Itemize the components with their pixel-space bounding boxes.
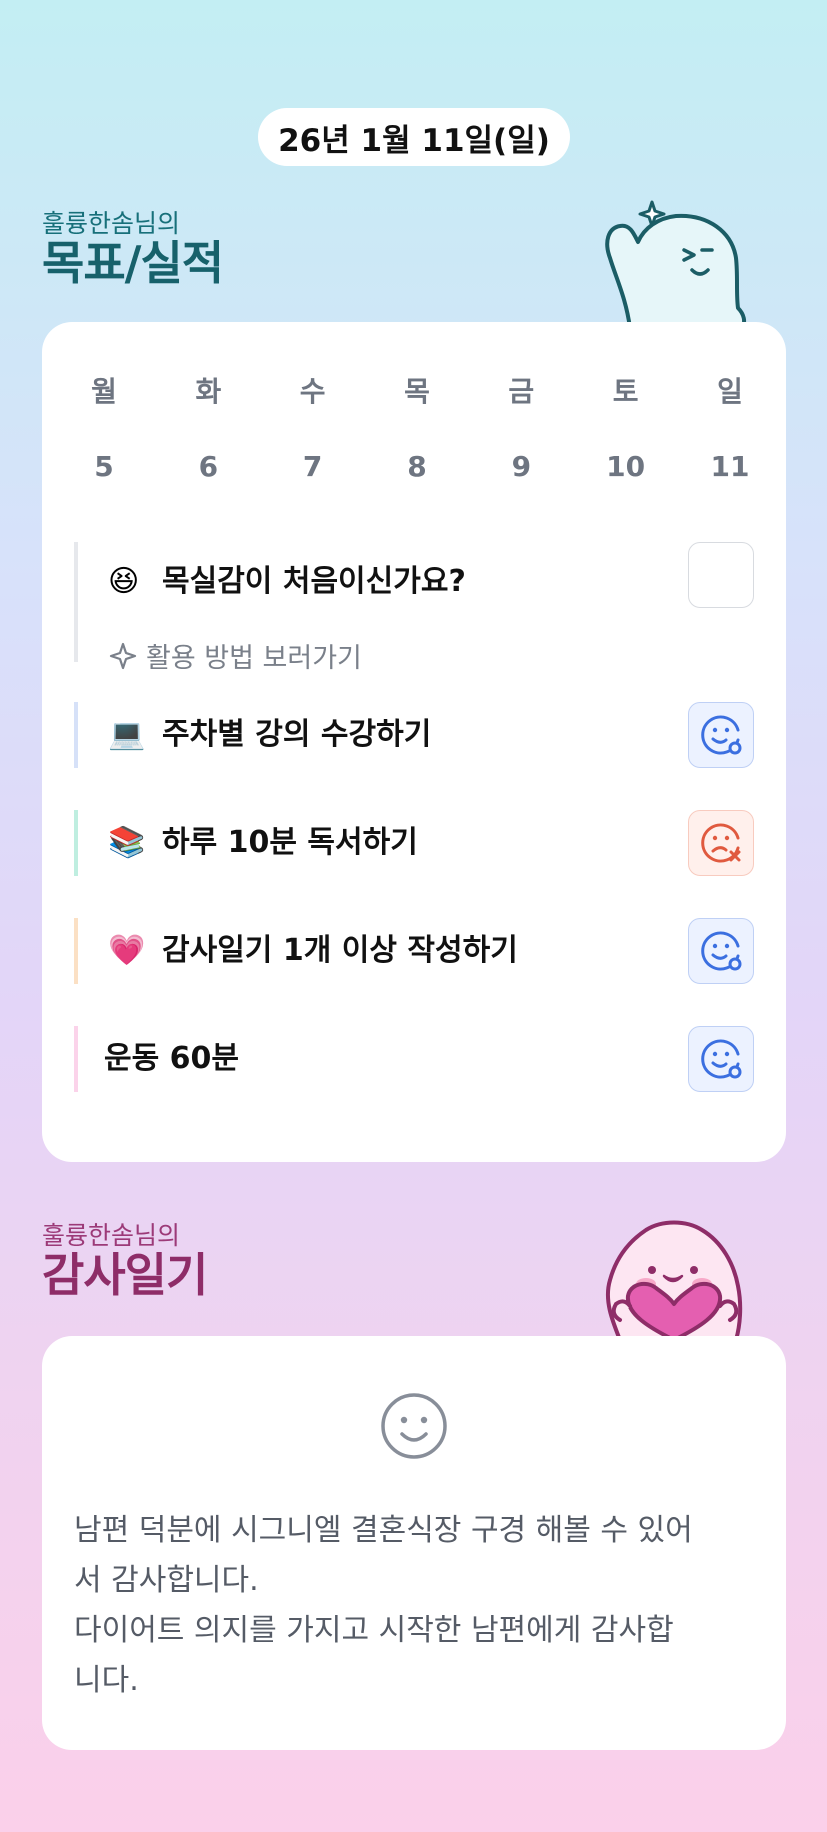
smile-face-icon — [381, 1393, 447, 1459]
goal-status-button[interactable] — [688, 918, 754, 984]
goal-label: 감사일기 1개 이상 작성하기 — [162, 933, 518, 968]
thanks-diary-text: 남편 덕분에 시그니엘 결혼식장 구경 해볼 수 있어 서 감사합니다. 다이어… — [74, 1513, 693, 1698]
goal-label: 주차별 강의 수강하기 — [162, 717, 432, 752]
day-cell[interactable]: 7 — [280, 450, 346, 483]
sparkle-icon — [109, 642, 137, 669]
goal-emoji: 💻 — [108, 717, 146, 752]
date-pill[interactable]: 26년 1월 11일(일) — [258, 108, 570, 166]
pink-mascot-illustration — [605, 1220, 743, 1340]
goal-emoji: 😆 — [108, 564, 140, 599]
goal-label: 하루 10분 독서하기 — [162, 825, 418, 860]
day-cell[interactable]: 10 — [593, 450, 659, 483]
weekday-label: 월 — [91, 375, 117, 408]
sad-x-icon — [701, 823, 741, 863]
goal-item: 💗 감사일기 1개 이상 작성하기 — [74, 918, 754, 984]
goal-status-button[interactable] — [688, 810, 754, 876]
smile-check-icon — [701, 931, 742, 971]
week-calendar: 월 화 수 목 금 토 일 5 6 7 8 9 10 11 — [42, 370, 786, 483]
goal-emoji: 📚 — [108, 825, 146, 860]
goal-label: 운동 60분 — [104, 1041, 239, 1076]
thanks-card[interactable]: 남편 덕분에 시그니엘 결혼식장 구경 해볼 수 있어 서 감사합니다. 다이어… — [42, 1336, 786, 1750]
goal-emoji: 💗 — [108, 933, 146, 968]
thanks-owner: 훌륭한솜님의 — [42, 1221, 181, 1250]
thanks-section-heading: 훌륭한솜님의 감사일기 — [42, 1221, 208, 1302]
usage-guide-label: 활용 방법 보러가기 — [146, 643, 362, 674]
current-date: 26년 1월 11일(일) — [278, 122, 550, 159]
day-cell[interactable]: 5 — [71, 450, 137, 483]
goal-status-button[interactable] — [688, 1026, 754, 1092]
goals-card: 월 화 수 목 금 토 일 5 6 7 8 9 10 11 😆 목실감이 처음이… — [42, 322, 786, 1162]
weekday-label: 일 — [717, 375, 743, 408]
goal-item: 💻 주차별 강의 수강하기 — [74, 702, 754, 768]
day-cell[interactable]: 8 — [384, 450, 450, 483]
day-number-row: 5 6 7 8 9 10 11 — [42, 450, 786, 483]
weekday-label: 화 — [195, 375, 222, 408]
goal-item: 📚 하루 10분 독서하기 — [74, 810, 754, 876]
goal-label: 목실감이 처음이신가요? — [162, 564, 466, 599]
goals-title: 목표/실적 — [42, 236, 224, 290]
smile-check-icon — [701, 1039, 742, 1079]
day-cell[interactable]: 6 — [175, 450, 241, 483]
thanks-title: 감사일기 — [42, 1248, 208, 1302]
goal-status-button[interactable] — [688, 702, 754, 768]
goal-item: 😆 목실감이 처음이신가요? 활용 방법 보러가기 — [74, 542, 754, 674]
weekday-label: 수 — [299, 375, 326, 408]
weekday-label: 토 — [612, 375, 639, 408]
goals-owner: 훌륭한솜님의 — [42, 209, 181, 238]
smile-check-icon — [701, 715, 742, 755]
usage-guide-link[interactable]: 활용 방법 보러가기 — [108, 636, 362, 675]
day-cell[interactable]: 11 — [697, 450, 763, 483]
goal-item: 운동 60분 — [74, 1026, 754, 1092]
day-cell[interactable]: 9 — [488, 450, 554, 483]
goals-section-heading: 훌륭한솜님의 목표/실적 — [42, 209, 224, 290]
weekday-label: 금 — [508, 375, 535, 408]
blue-mascot-illustration — [605, 200, 747, 328]
weekday-label: 목 — [404, 375, 430, 408]
weekday-row: 월 화 수 목 금 토 일 — [42, 370, 786, 410]
goal-status-checkbox[interactable] — [688, 542, 754, 608]
